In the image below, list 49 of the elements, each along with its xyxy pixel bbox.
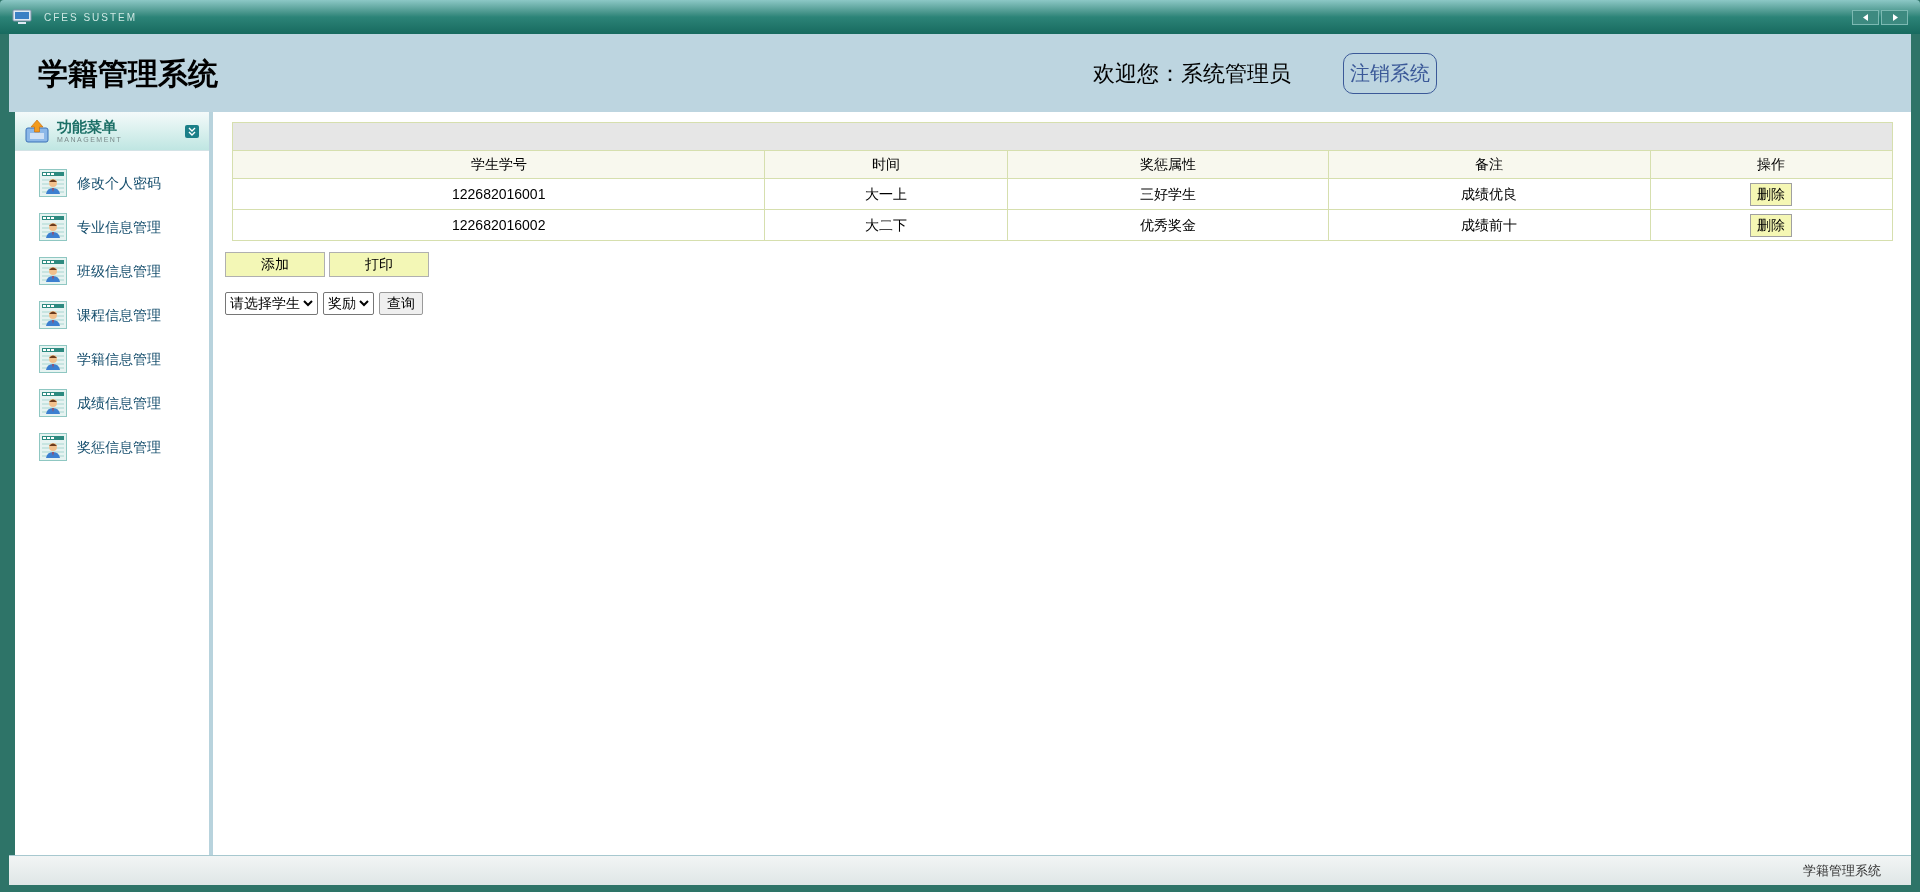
table-cell: 成绩优良 (1328, 178, 1651, 210)
column-header: 备注 (1328, 150, 1651, 179)
user-form-icon (39, 169, 67, 197)
column-header: 操作 (1650, 150, 1893, 179)
previous-button[interactable] (1852, 9, 1879, 25)
delete-button[interactable]: 删除 (1750, 182, 1793, 206)
menu-item[interactable]: 专业信息管理 (39, 213, 209, 241)
user-form-icon (39, 433, 67, 461)
student-select[interactable]: 请选择学生 (225, 292, 318, 315)
user-form-icon (39, 345, 67, 373)
user-form-icon (39, 257, 67, 285)
monitor-icon (12, 9, 32, 25)
column-header: 学生学号 (232, 150, 765, 179)
welcome-text: 欢迎您：系统管理员 (1093, 59, 1291, 88)
table-cell: 122682016002 (232, 209, 765, 241)
left-arrow-icon (1862, 13, 1869, 21)
user-form-icon (39, 301, 67, 329)
window-title: CFES SUSTEM (44, 10, 138, 25)
query-button[interactable]: 查询 (379, 292, 423, 315)
logout-button[interactable]: 注销系统 (1343, 52, 1437, 94)
right-arrow-icon (1891, 13, 1898, 21)
user-form-icon (39, 389, 67, 417)
menu-title: 功能菜单 (57, 119, 118, 134)
menu-item[interactable]: 班级信息管理 (39, 257, 209, 285)
user-form-icon (39, 213, 67, 241)
chevron-down-icon (303, 300, 313, 307)
type-select[interactable]: 奖励 (323, 292, 374, 315)
menu-item[interactable]: 课程信息管理 (39, 301, 209, 329)
action-button[interactable]: 添加 (225, 252, 325, 277)
upload-tray-icon (25, 119, 49, 143)
table-cell: 三好学生 (1007, 178, 1329, 210)
collapse-icon[interactable] (185, 124, 199, 138)
status-text: 学籍管理系统 (1803, 861, 1881, 880)
column-header: 奖惩属性 (1007, 150, 1329, 179)
next-button[interactable] (1881, 9, 1908, 25)
table-cell: 122682016001 (232, 178, 765, 210)
app-title: 学籍管理系统 (38, 55, 219, 92)
table-cell: 大二下 (764, 209, 1008, 241)
table-cell: 成绩前十 (1328, 209, 1651, 241)
delete-button[interactable]: 删除 (1750, 213, 1793, 237)
menu-item[interactable]: 成绩信息管理 (39, 389, 209, 417)
table-cell: 大一上 (764, 178, 1008, 210)
chevron-down-icon (359, 300, 369, 307)
table-cell: 优秀奖金 (1007, 209, 1329, 241)
menu-item[interactable]: 修改个人密码 (39, 169, 209, 197)
menu-item[interactable]: 奖惩信息管理 (39, 433, 209, 461)
column-header: 时间 (764, 150, 1008, 179)
menu-item[interactable]: 学籍信息管理 (39, 345, 209, 373)
action-button[interactable]: 打印 (329, 252, 429, 277)
